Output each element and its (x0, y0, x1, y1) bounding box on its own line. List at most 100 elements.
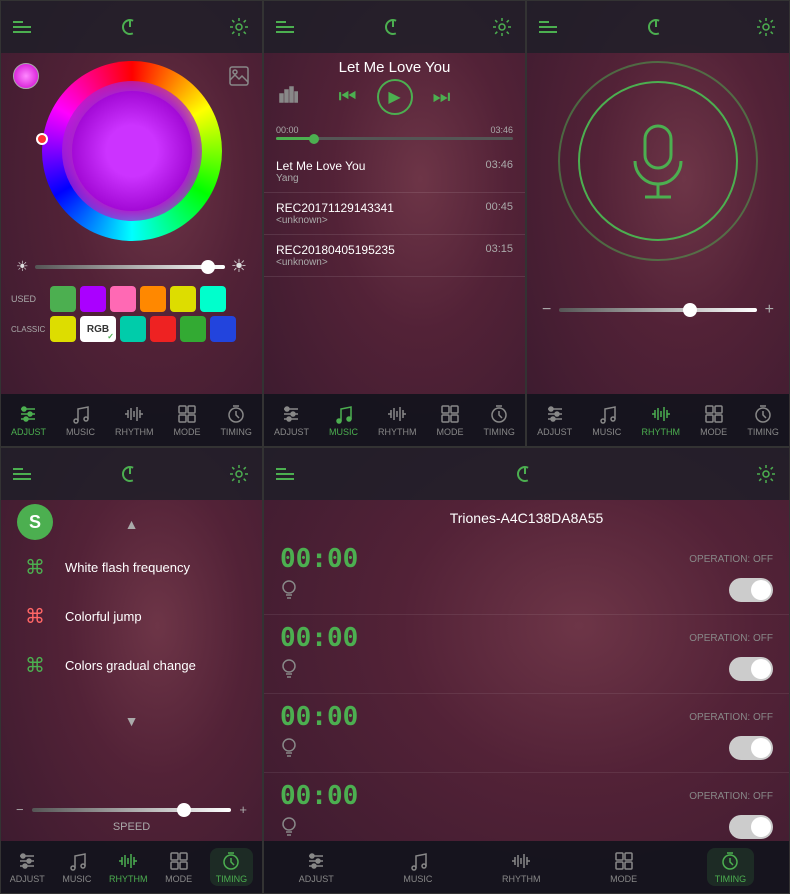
menu-icon-2[interactable] (276, 21, 294, 33)
power-icon-5[interactable] (514, 463, 536, 485)
speed-slider-row[interactable]: − + (16, 802, 247, 817)
settings-icon-2[interactable] (491, 16, 513, 38)
track-item-0[interactable]: Let Me Love You Yang 03:46 (264, 151, 525, 193)
power-icon[interactable] (119, 16, 141, 38)
nav-adjust-4[interactable]: ADJUST (10, 850, 45, 884)
track-item-1[interactable]: REC20171129143341 <unknown> 00:45 (264, 193, 525, 235)
brightness-slider[interactable]: ☀ ☀ (16, 256, 247, 277)
swatch-classic-2[interactable] (120, 316, 146, 342)
nav-rhythm-3[interactable]: RHYTHM (641, 403, 680, 437)
prev-button[interactable]: ⏮ (339, 86, 357, 109)
progress-bar[interactable]: 00:00 03:46 (276, 125, 513, 140)
used-swatches-row: USED (11, 286, 252, 312)
menu-icon-3[interactable] (539, 21, 557, 33)
settings-icon[interactable] (228, 16, 250, 38)
color-swatches: USED CLASSIC RGB (11, 286, 252, 346)
nav-adjust-5[interactable]: ADJUST (299, 850, 334, 884)
speed-track[interactable] (32, 808, 232, 812)
nav-timing-4[interactable]: TIMING (210, 848, 254, 886)
brightness-thumb[interactable] (201, 260, 215, 274)
timer-item-2: 00:00 OPERATION: OFF (264, 694, 789, 773)
brightness-max-icon: ☀ (231, 256, 247, 277)
timer-op-1: OPERATION: OFF (689, 633, 773, 644)
nav-timing-1[interactable]: TIMING (220, 403, 252, 437)
swatch-classic-5[interactable] (210, 316, 236, 342)
timer-time-1: 00:00 (280, 623, 358, 653)
color-preview[interactable] (13, 63, 39, 89)
power-icon-3[interactable] (645, 16, 667, 38)
settings-icon-4[interactable] (228, 463, 250, 485)
timing-content: Triones-A4C138DA8A55 00:00 OPERATION: OF… (264, 500, 789, 841)
menu-icon-5[interactable] (276, 468, 294, 480)
mic-plus[interactable]: + (765, 301, 774, 319)
swatch-used-0[interactable] (50, 286, 76, 312)
mic-minus[interactable]: − (542, 301, 551, 319)
progress-track[interactable] (276, 137, 513, 140)
nav-music-3[interactable]: MUSIC (592, 403, 621, 437)
nav-timing-3[interactable]: TIMING (747, 403, 779, 437)
nav-mode-3[interactable]: MODE (700, 403, 727, 437)
swatch-classic-4[interactable] (180, 316, 206, 342)
nav-rhythm-1[interactable]: RHYTHM (115, 403, 154, 437)
mode-item-0[interactable]: ⌘ White flash frequency (1, 543, 262, 592)
speed-plus[interactable]: + (239, 802, 247, 817)
nav-mode-2[interactable]: MODE (436, 403, 463, 437)
nav-rhythm-5[interactable]: RHYTHM (502, 850, 541, 884)
chevron-down-icon[interactable]: ▼ (125, 713, 139, 729)
menu-icon[interactable] (13, 21, 31, 33)
swatch-used-1[interactable] (80, 286, 106, 312)
nav-adjust-3[interactable]: ADJUST (537, 403, 572, 437)
menu-icon-4[interactable] (13, 468, 31, 480)
mode-label-0: White flash frequency (65, 560, 190, 575)
nav-music-5[interactable]: MUSIC (403, 850, 432, 884)
mode-item-1[interactable]: ⌘ Colorful jump (1, 592, 262, 641)
color-wheel[interactable] (42, 61, 222, 241)
nav-rhythm-4[interactable]: RHYTHM (109, 850, 148, 884)
toggle-0[interactable] (729, 578, 773, 602)
equalizer-icon[interactable] (278, 84, 298, 109)
gallery-icon[interactable] (228, 65, 250, 92)
brightness-track[interactable] (35, 265, 225, 269)
bulb-icon-3 (280, 816, 298, 838)
nav-adjust-1[interactable]: ADJUST (11, 403, 46, 437)
nav-music-2[interactable]: MUSIC (329, 403, 358, 437)
mode-item-2[interactable]: ⌘ Colors gradual change (1, 641, 262, 690)
swatch-classic-0[interactable] (50, 316, 76, 342)
swatch-used-2[interactable] (110, 286, 136, 312)
mode-label-1: Colorful jump (65, 609, 142, 624)
nav-mode-1[interactable]: MODE (173, 403, 200, 437)
nav-label-adjust-4: ADJUST (10, 874, 45, 884)
nav-timing-5[interactable]: TIMING (707, 848, 755, 886)
power-icon-2[interactable] (382, 16, 404, 38)
nav-music-1[interactable]: MUSIC (66, 403, 95, 437)
mic-slider-track[interactable] (559, 308, 756, 312)
nav-rhythm-2[interactable]: RHYTHM (378, 403, 417, 437)
speed-minus[interactable]: − (16, 802, 24, 817)
settings-icon-3[interactable] (755, 16, 777, 38)
nav-label-music-5: MUSIC (403, 874, 432, 884)
track-item-2[interactable]: REC20180405195235 <unknown> 03:15 (264, 235, 525, 277)
settings-icon-5[interactable] (755, 463, 777, 485)
next-button[interactable]: ⏭ (433, 86, 451, 109)
mic-volume-slider[interactable]: − + (542, 301, 774, 319)
swatch-used-4[interactable] (170, 286, 196, 312)
toggle-2[interactable] (729, 736, 773, 760)
chevron-up-icon[interactable]: ▲ (125, 516, 139, 532)
swatch-used-5[interactable] (200, 286, 226, 312)
topbar-1 (1, 1, 262, 53)
swatch-classic-3[interactable] (150, 316, 176, 342)
nav-timing-2[interactable]: TIMING (483, 403, 515, 437)
swatch-used-3[interactable] (140, 286, 166, 312)
nav-label-mode-4: MODE (165, 874, 192, 884)
rgb-button[interactable]: RGB (80, 316, 116, 342)
power-icon-4[interactable] (119, 463, 141, 485)
play-button[interactable]: ▶ (377, 79, 413, 115)
nav-mode-5[interactable]: MODE (610, 850, 637, 884)
toggle-1[interactable] (729, 657, 773, 681)
nav-adjust-2[interactable]: ADJUST (274, 403, 309, 437)
toggle-3[interactable] (729, 815, 773, 839)
speed-thumb[interactable] (177, 803, 191, 817)
nav-mode-4[interactable]: MODE (165, 850, 192, 884)
nav-music-4[interactable]: MUSIC (62, 850, 91, 884)
mic-slider-thumb[interactable] (683, 303, 697, 317)
